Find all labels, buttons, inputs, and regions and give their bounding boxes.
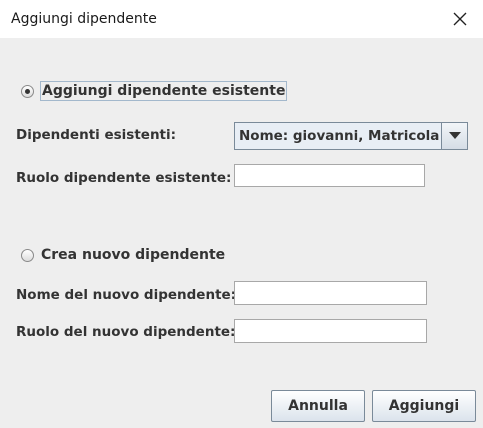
add-button[interactable]: Aggiungi bbox=[372, 390, 476, 422]
dipendenti-esistenti-dropdown[interactable]: Nome: giovanni, Matricola: 0 bbox=[234, 122, 468, 150]
ruolo-esistente-label: Ruolo dipendente esistente: bbox=[16, 170, 232, 186]
new-employee-radio-label[interactable]: Crea nuovo dipendente bbox=[40, 246, 226, 264]
cancel-button[interactable]: Annulla bbox=[271, 390, 365, 422]
ruolo-nuovo-input[interactable] bbox=[234, 319, 427, 343]
ruolo-esistente-input[interactable] bbox=[234, 164, 425, 187]
chevron-down-icon bbox=[448, 132, 461, 139]
new-employee-radio[interactable]: Crea nuovo dipendente bbox=[21, 246, 226, 264]
radio-button-selected[interactable] bbox=[21, 84, 34, 98]
dropdown-arrow-button[interactable] bbox=[441, 123, 467, 149]
window-title: Aggiungi dipendente bbox=[11, 11, 157, 27]
ruolo-nuovo-label: Ruolo del nuovo dipendente: bbox=[16, 324, 236, 340]
existing-employee-radio-label[interactable]: Aggiungi dipendente esistente bbox=[40, 81, 288, 101]
nome-nuovo-input[interactable] bbox=[234, 281, 427, 305]
dipendenti-esistenti-label: Dipendenti esistenti: bbox=[16, 127, 177, 143]
title-bar: Aggiungi dipendente bbox=[0, 0, 483, 38]
dipendenti-esistenti-selected-value: Nome: giovanni, Matricola: 0 bbox=[239, 128, 439, 144]
close-icon bbox=[453, 12, 467, 26]
close-button[interactable] bbox=[437, 0, 483, 38]
nome-nuovo-label: Nome del nuovo dipendente: bbox=[16, 287, 237, 303]
radio-button-unselected[interactable] bbox=[21, 248, 34, 262]
dialog-content: Aggiungi dipendente esistente Dipendenti… bbox=[0, 38, 483, 428]
existing-employee-radio[interactable]: Aggiungi dipendente esistente bbox=[21, 81, 288, 101]
